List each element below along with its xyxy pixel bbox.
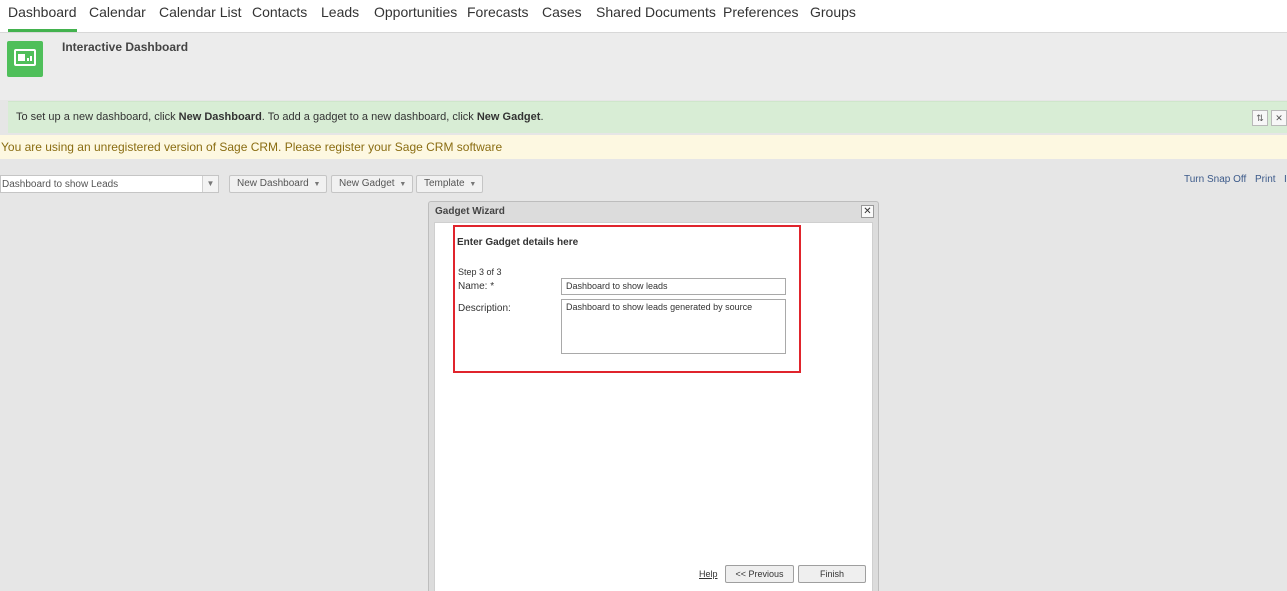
template-button[interactable]: Template ▼ [416,175,484,193]
highlight-box [453,225,801,373]
caret-down-icon: ▼ [399,181,407,188]
chevron-down-icon[interactable]: ▼ [202,176,218,192]
caret-down-icon: ▼ [313,181,321,188]
dashboard-icon [7,41,43,77]
tab-calendar[interactable]: Calendar [89,0,146,32]
tab-groups[interactable]: Groups [810,0,856,32]
top-navigation: Dashboard Calendar Calendar List Contact… [0,0,1287,33]
new-gadget-button[interactable]: New Gadget ▼ [331,175,414,193]
tab-shared-documents[interactable]: Shared Documents [596,0,716,32]
collapse-icon[interactable]: ⇅ [1252,110,1268,126]
new-dashboard-button[interactable]: New Dashboard ▼ [229,175,328,193]
tab-contacts[interactable]: Contacts [252,0,307,32]
tab-dashboard[interactable]: Dashboard [8,0,77,32]
dashboard-toolbar: Dashboard to show Leads ▼ New Dashboard … [0,165,1287,195]
previous-button[interactable]: << Previous [725,565,794,583]
dashboard-select-value: Dashboard to show Leads [2,179,119,190]
tab-preferences[interactable]: Preferences [723,0,798,32]
page-header: Interactive Dashboard [0,33,1287,100]
warning-text: You are using an unregistered version of… [1,140,503,154]
registration-warning: You are using an unregistered version of… [0,135,1287,159]
tab-leads[interactable]: Leads [321,0,359,32]
tab-cases[interactable]: Cases [542,0,582,32]
close-icon[interactable]: ✕ [1271,110,1287,126]
dashboard-select[interactable]: Dashboard to show Leads ▼ [0,175,219,193]
tab-forecasts[interactable]: Forecasts [467,0,528,32]
caret-down-icon: ▼ [469,181,477,188]
page-title: Interactive Dashboard [62,40,189,54]
dialog-title: Gadget Wizard [435,206,505,217]
finish-button[interactable]: Finish [798,565,866,583]
turn-snap-off-link[interactable]: Turn Snap Off [1184,174,1246,185]
close-icon[interactable]: ✕ [861,205,874,218]
info-bar: To set up a new dashboard, click New Das… [8,101,1287,133]
info-message: To set up a new dashboard, click New Das… [16,111,544,123]
tab-opportunities[interactable]: Opportunities [374,0,457,32]
overflow-link[interactable]: I [1284,174,1287,185]
tab-calendar-list[interactable]: Calendar List [159,0,242,32]
print-link[interactable]: Print [1255,174,1276,185]
help-link[interactable]: Help [699,569,718,579]
